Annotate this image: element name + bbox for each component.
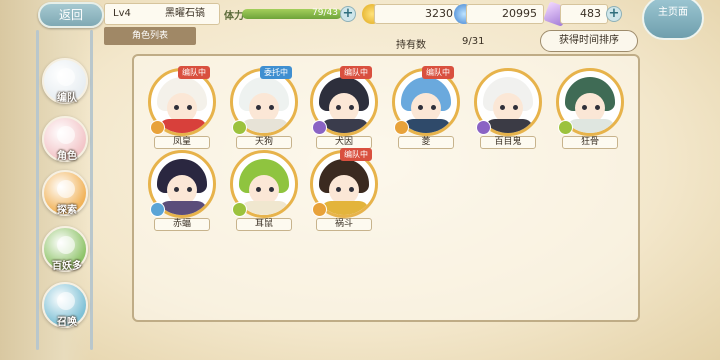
element-icon — [232, 202, 247, 217]
tab-character-list[interactable]: 角色列表 — [104, 27, 196, 45]
side-nav-item[interactable]: 召唤 — [42, 282, 88, 328]
portrait-eye — [431, 105, 436, 110]
gem-amount: 20995 — [466, 4, 544, 24]
portrait-clothing — [321, 201, 369, 215]
portrait-eye — [500, 105, 505, 110]
portrait-clothing — [321, 119, 369, 133]
portrait-eye — [174, 187, 179, 192]
element-icon — [394, 120, 409, 135]
portrait-eye — [256, 105, 261, 110]
portrait-eye — [174, 105, 179, 110]
portrait-eye — [349, 105, 354, 110]
character-name: 耳鼠 — [236, 218, 292, 231]
character-card[interactable]: 编队中凤皇 — [148, 66, 216, 149]
character-card[interactable]: 编队中 犬因 — [310, 66, 378, 149]
character-card[interactable]: 委托中天狗 — [230, 66, 298, 149]
element-icon — [232, 120, 247, 135]
side-nav-item[interactable]: 角色 — [42, 116, 88, 162]
back-button[interactable]: 返回 — [38, 2, 104, 28]
status-badge: 编队中 — [340, 148, 372, 161]
character-name: 凤皇 — [154, 136, 210, 149]
character-card[interactable]: 赤蝠 — [148, 150, 216, 231]
character-name: 赤蝠 — [154, 218, 210, 231]
portrait-clothing — [241, 201, 289, 215]
portrait-clothing — [485, 119, 533, 133]
side-nav-item[interactable]: 编队 — [42, 58, 88, 104]
sort-button[interactable]: 获得时间排序 — [540, 30, 638, 52]
portrait-eye — [269, 105, 274, 110]
status-badge: 委托中 — [260, 66, 292, 79]
element-icon — [312, 120, 327, 135]
portrait-eye — [349, 187, 354, 192]
element-icon — [476, 120, 491, 135]
element-icon — [312, 202, 327, 217]
character-icon — [57, 126, 75, 144]
portrait-eye — [513, 105, 518, 110]
character-name: 祸斗 — [316, 218, 372, 231]
element-icon — [558, 120, 573, 135]
side-nav-item[interactable]: 百妖多 — [42, 226, 88, 272]
player-level: Lv4 — [113, 8, 131, 19]
character-card[interactable]: 耳鼠 — [230, 150, 298, 231]
side-nav-item[interactable]: 探索 — [42, 170, 88, 216]
cage-bar — [90, 30, 93, 350]
side-nav-label: 角色 — [57, 151, 77, 162]
cage-bar — [36, 30, 39, 350]
character-name: 天狗 — [236, 136, 292, 149]
side-nav-label: 探索 — [57, 205, 77, 216]
add-ticket-button[interactable]: + — [606, 6, 622, 22]
portrait-clothing — [159, 201, 207, 215]
character-name: 百目鬼 — [480, 136, 536, 149]
element-icon — [150, 202, 165, 217]
portrait-clothing — [567, 119, 615, 133]
owned-label: 持有数 — [396, 40, 426, 51]
explore-icon — [57, 180, 75, 198]
monster-icon — [57, 236, 75, 254]
portrait-eye — [269, 187, 274, 192]
portrait-eye — [256, 187, 261, 192]
top-bar: Lv4 黑曜石镐 体力 79/43 + 3230 20995 483 + — [104, 1, 644, 27]
stamina-value: 79/43 — [312, 8, 338, 18]
player-name: 黑曜石镐 — [165, 8, 205, 19]
portrait-clothing — [403, 119, 451, 133]
portrait-eye — [595, 105, 600, 110]
status-badge: 编队中 — [422, 66, 454, 79]
stamina-label: 体力 — [224, 11, 244, 22]
player-level-box: Lv4 黑曜石镐 — [104, 3, 220, 25]
element-icon — [150, 120, 165, 135]
side-nav-label: 编队 — [57, 93, 77, 104]
portrait-eye — [187, 105, 192, 110]
home-button[interactable]: 主页面 — [642, 0, 704, 40]
portrait-eye — [187, 187, 192, 192]
gold-amount: 3230 — [374, 4, 460, 24]
portrait-clothing — [159, 119, 207, 133]
side-nav-label: 召唤 — [57, 317, 77, 328]
side-nav-label: 百妖多 — [52, 261, 82, 272]
portrait-eye — [418, 105, 423, 110]
status-badge: 编队中 — [178, 66, 210, 79]
character-card[interactable]: 百目鬼 — [474, 68, 542, 149]
ticket-amount: 483 — [560, 4, 608, 24]
portrait-eye — [336, 105, 341, 110]
character-card[interactable]: 编队中祸斗 — [310, 148, 378, 231]
owned-count: 9/31 — [462, 36, 485, 47]
portrait-clothing — [241, 119, 289, 133]
character-card[interactable]: 狂骨 — [556, 68, 624, 149]
character-card[interactable]: 编队中菱 — [392, 66, 460, 149]
portrait-eye — [336, 187, 341, 192]
character-name: 菱 — [398, 136, 454, 149]
summon-icon — [57, 292, 75, 310]
portrait-eye — [582, 105, 587, 110]
team-icon — [57, 68, 75, 86]
character-name: 狂骨 — [562, 136, 618, 149]
add-stamina-button[interactable]: + — [340, 6, 356, 22]
status-badge: 编队中 — [340, 66, 372, 79]
